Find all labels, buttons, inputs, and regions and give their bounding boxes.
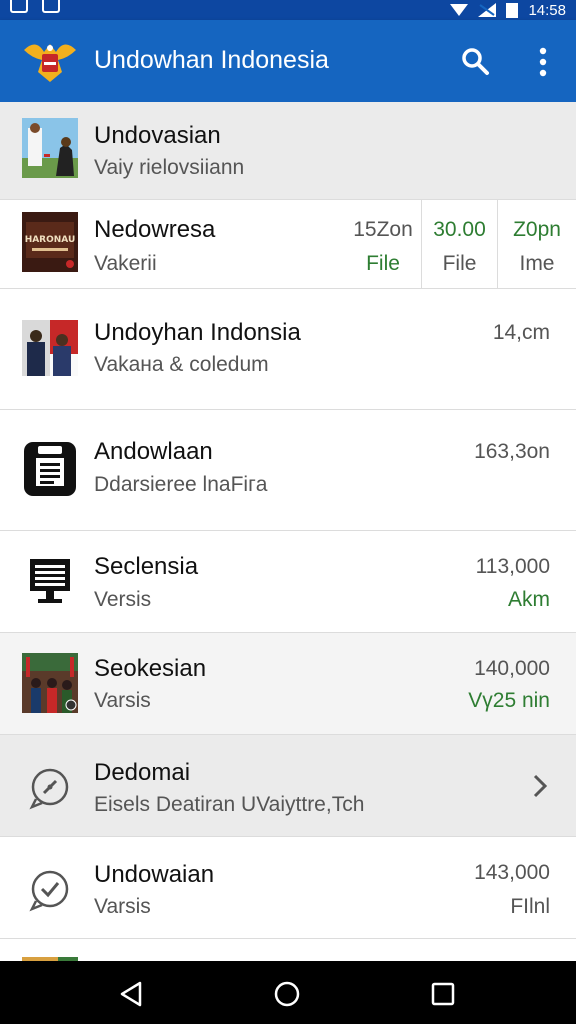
item-title: Nedowresa	[94, 216, 216, 243]
list-item[interactable]: Undovasian Vaiy rielovsiiann	[0, 102, 576, 200]
info-column: 15Zon File	[345, 200, 421, 288]
item-value: 14,cm	[492, 321, 550, 344]
system-nav-bar	[0, 961, 576, 1024]
item-subtitle: Vakerii	[94, 252, 157, 275]
item-subtitle: Ddarsieree lnaFiгa	[94, 473, 268, 496]
item-subtitle: Vaiy rielovsiiann	[94, 156, 245, 179]
item-value: 163,3on	[474, 440, 550, 463]
video-thumbnail	[22, 320, 78, 376]
chevron-right-icon[interactable]	[532, 773, 548, 799]
status-bar: 14:58	[0, 0, 576, 20]
item-title: Undovasian	[94, 122, 221, 149]
list-item[interactable]: Seclensia Versis 113,000 Akm	[0, 531, 576, 633]
video-thumbnail	[22, 653, 78, 713]
item-status: FIlnl	[510, 895, 550, 918]
item-status: Akm	[508, 588, 550, 611]
app-bar: Undowhan Indonesia	[0, 20, 576, 102]
poster-thumbnail: HARONAU	[22, 212, 78, 272]
info-column-value: Z0pn	[513, 218, 561, 241]
recents-icon[interactable]	[428, 979, 458, 1009]
item-subtitle: Varsis	[94, 895, 151, 918]
item-value: 113,000	[475, 555, 550, 578]
compass-chat-icon	[29, 870, 69, 912]
info-column: 30.00 File	[421, 200, 497, 288]
list-item[interactable]: Undoyhan Indonsia Vakaнa & coledum 14,cm	[0, 289, 576, 410]
info-column: Z0pn Ime	[497, 200, 576, 288]
garuda-logo-icon	[24, 44, 76, 82]
notification-icon	[10, 0, 28, 13]
wifi-icon	[450, 4, 469, 16]
more-vert-icon[interactable]	[526, 46, 560, 78]
item-title: Undowaian	[94, 861, 215, 888]
item-title: Andowlaan	[94, 438, 213, 465]
search-icon[interactable]	[460, 46, 490, 76]
info-column-value: 30.00	[433, 218, 486, 241]
item-title: Dedomai	[94, 759, 191, 786]
video-thumbnail	[22, 118, 78, 178]
item-title: Seclensia	[94, 553, 199, 580]
item-value: 140,000	[474, 657, 550, 680]
clipboard-icon	[24, 442, 76, 496]
compass-chat-icon	[29, 768, 69, 810]
status-time: 14:58	[528, 1, 566, 19]
list-item[interactable]: Andowlaan Ddarsieree lnaFiгa 163,3on	[0, 410, 576, 531]
info-column-value: 15Zon	[353, 218, 413, 241]
back-icon[interactable]	[116, 979, 146, 1009]
computer-icon	[30, 559, 70, 603]
notification-icon	[42, 0, 60, 13]
list-item[interactable]: Undowaian Varsis 143,000 FIlnl	[0, 837, 576, 939]
item-subtitle: Versis	[94, 588, 152, 611]
item-subtitle: Eisels Deatiran UVaiyttre,Tch	[94, 793, 365, 816]
item-status: Vγ25 nin	[468, 689, 550, 712]
list-item[interactable]: Seokesian Varsis 140,000 Vγ25 nin	[0, 633, 576, 735]
item-subtitle: Varsis	[94, 689, 151, 712]
content-list: Undovasian Vaiy rielovsiiann HARONAU Ned…	[0, 102, 576, 969]
item-value: 143,000	[474, 861, 550, 884]
battery-icon	[506, 2, 519, 18]
info-column-label: File	[366, 252, 400, 275]
info-column-label: File	[442, 252, 477, 275]
signal-icon	[478, 3, 497, 17]
app-title: Undowhan Indonesia	[94, 46, 329, 74]
item-title: Seokesian	[94, 655, 207, 682]
status-right: 14:58	[450, 0, 566, 20]
svg-text:HARONAU: HARONAU	[25, 235, 76, 245]
list-item[interactable]: HARONAU Nedowresa Vakerii 15Zon File 30.…	[0, 200, 576, 289]
status-notifications	[10, 0, 60, 13]
info-column-label: Ime	[519, 252, 555, 275]
list-item[interactable]: Dedomai Eisels Deatiran UVaiyttre,Tch	[0, 735, 576, 837]
item-title: Undoyhan Indonsia	[94, 319, 301, 346]
home-icon[interactable]	[272, 979, 302, 1009]
item-subtitle: Vakaнa & coledum	[94, 353, 269, 376]
